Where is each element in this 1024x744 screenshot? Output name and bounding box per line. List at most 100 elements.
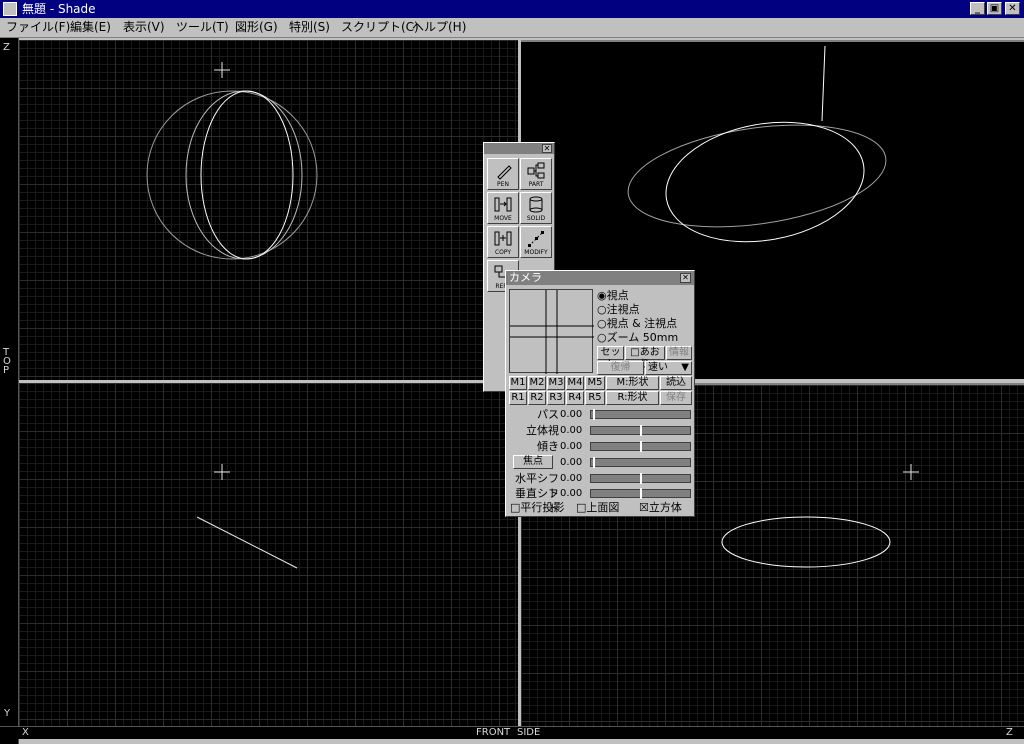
slider-tilt-knob[interactable] [640,441,642,452]
camera-load-button[interactable]: 読込 [660,376,692,390]
radio-target[interactable]: ○注視点 [597,303,640,316]
camera-set-button[interactable]: セット [597,346,624,370]
slider-focus[interactable]: 焦点 0.00 [506,455,696,470]
menu-tool[interactable]: ツール(T) [176,20,229,35]
memory-m1-button[interactable]: M1 [509,376,527,390]
slider-stereo[interactable]: 立体視 0.00 [506,423,696,438]
solid-tool-label: SOLID [526,215,546,222]
front-view-line[interactable] [196,516,298,569]
top-view-origin-crosshair [214,62,230,78]
radio-viewpoint-label: 視点 [606,289,629,302]
recall-shape-button[interactable]: R:形状 [606,391,659,405]
recall-r5-button[interactable]: R5 [585,391,605,405]
camera-restore-button[interactable]: 復帰 [597,361,644,375]
recall-r2-button[interactable]: R2 [528,391,546,405]
menu-edit[interactable]: 編集(E) [70,20,111,35]
camera-preview-crosshair [510,290,594,374]
menu-view[interactable]: 表示(V) [123,20,165,35]
radio-zoom[interactable]: ○ズーム 50mm [597,331,678,344]
modify-icon [528,231,544,247]
close-button[interactable]: ✕ [1005,2,1020,15]
move-tool-label: MOVE [494,215,512,222]
window-title: 無題 - Shade [22,2,96,16]
camera-preview[interactable] [509,289,594,374]
slider-vertical-shift-knob[interactable] [640,488,642,499]
perspective-outer-ellipse[interactable] [622,110,893,241]
memory-shape-button[interactable]: M:形状 [606,376,659,390]
camera-palette[interactable]: カメラ ✕ ◉視点 ○注視点 ○視点 & 注視点 ○ズーム 50mm セット □… [505,270,695,517]
menu-help[interactable]: ヘルプ(H) [412,20,466,35]
copy-tool-button[interactable]: COPY [487,226,519,258]
parallel-projection-checkbox[interactable]: □平行投影 [510,501,564,515]
slider-horizontal-shift-value: 0.00 [560,473,583,484]
pen-tool-button[interactable]: PEN [487,158,519,190]
minimize-button[interactable]: _ [970,2,985,15]
modify-tool-button[interactable]: MODIFY [520,226,552,258]
radio-target-mark: ○ [597,303,607,316]
restore-button[interactable]: ▣ [987,2,1002,15]
camera-palette-header[interactable]: カメラ ✕ [506,271,694,285]
move-tool-button[interactable]: MOVE [487,192,519,224]
menu-script[interactable]: スクリプト(C) [341,20,419,35]
top-view-outer-circle[interactable] [146,90,318,260]
menu-file[interactable]: ファイル(F) [6,20,70,35]
camera-save-button[interactable]: 保存 [660,391,692,405]
modify-tool-label: MODIFY [524,249,548,256]
radio-view-and-target-mark: ○ [597,317,607,330]
memory-m4-button[interactable]: M4 [566,376,584,390]
slider-stereo-label: 立体視 [526,424,559,437]
menu-bar: ファイル(F) 編集(E) 表示(V) ツール(T) 図形(G) 特別(S) ス… [0,18,1024,38]
slider-tilt-track[interactable] [590,441,691,452]
tool-palette-header[interactable]: ✕ [484,143,554,154]
slider-horizontal-shift-knob[interactable] [640,473,642,484]
slider-path-knob[interactable] [593,409,595,420]
camera-palette-close-button[interactable]: ✕ [680,273,691,283]
recall-r4-button[interactable]: R4 [566,391,584,405]
part-tool-button[interactable]: PART [520,158,552,190]
top-view-checkbox[interactable]: □上面図 [576,501,619,515]
camera-aori-checkbox[interactable]: □あおり [625,346,665,370]
recall-r3-button[interactable]: R3 [547,391,565,405]
shade-app-icon[interactable] [3,2,17,16]
slider-horizontal-shift-track[interactable] [590,473,691,484]
front-view-origin-crosshair [214,464,230,480]
recall-r1-button[interactable]: R1 [509,391,527,405]
chevron-down-icon: ▼ [681,362,689,373]
tool-palette-close-button[interactable]: ✕ [542,144,552,153]
slider-path-track[interactable] [590,409,691,420]
perspective-axis-line [821,45,826,122]
slider-vertical-shift-track[interactable] [590,488,691,499]
slider-path-value: 0.00 [560,409,583,420]
memory-m5-button[interactable]: M5 [585,376,605,390]
radio-target-label: 注視点 [606,303,640,316]
slider-path[interactable]: パス 0.00 [506,407,696,422]
top-view-mid-ellipse[interactable] [185,90,303,260]
cube-checkbox[interactable]: ☒立方体 [639,501,682,515]
radio-viewpoint-mark: ◉ [597,289,607,302]
slider-focus-track[interactable] [590,457,691,468]
camera-speed-dropdown[interactable]: 速い ▼ [645,361,692,375]
pen-icon [497,165,512,180]
pen-tool-label: PEN [497,181,509,188]
menu-special[interactable]: 特別(S) [289,20,330,35]
top-view-inner-ellipse[interactable] [200,90,294,260]
slider-vertical-shift[interactable]: 垂直シフト 0.00 [506,486,696,515]
solid-tool-button[interactable]: SOLID [520,192,552,224]
copy-tool-label: COPY [494,249,512,256]
menu-shape[interactable]: 図形(G) [235,20,278,35]
slider-stereo-track[interactable] [590,425,691,436]
slider-stereo-knob[interactable] [640,425,642,436]
slider-focus-knob[interactable] [593,457,595,468]
camera-info-button[interactable]: 情報 [666,346,692,360]
radio-view-and-target[interactable]: ○視点 & 注視点 [597,317,677,330]
slider-tilt[interactable]: 傾き 0.00 [506,439,696,454]
radio-viewpoint[interactable]: ◉視点 [597,289,629,302]
slider-focus-value: 0.00 [560,457,583,468]
side-view-origin-crosshair [903,464,919,480]
memory-m3-button[interactable]: M3 [547,376,565,390]
memory-m2-button[interactable]: M2 [528,376,546,390]
slider-horizontal-shift[interactable]: 水平シフト 0.00 [506,471,696,500]
perspective-inner-ellipse[interactable] [656,108,873,257]
side-view-ellipse[interactable] [721,516,891,568]
focus-button[interactable]: 焦点 [513,455,553,469]
